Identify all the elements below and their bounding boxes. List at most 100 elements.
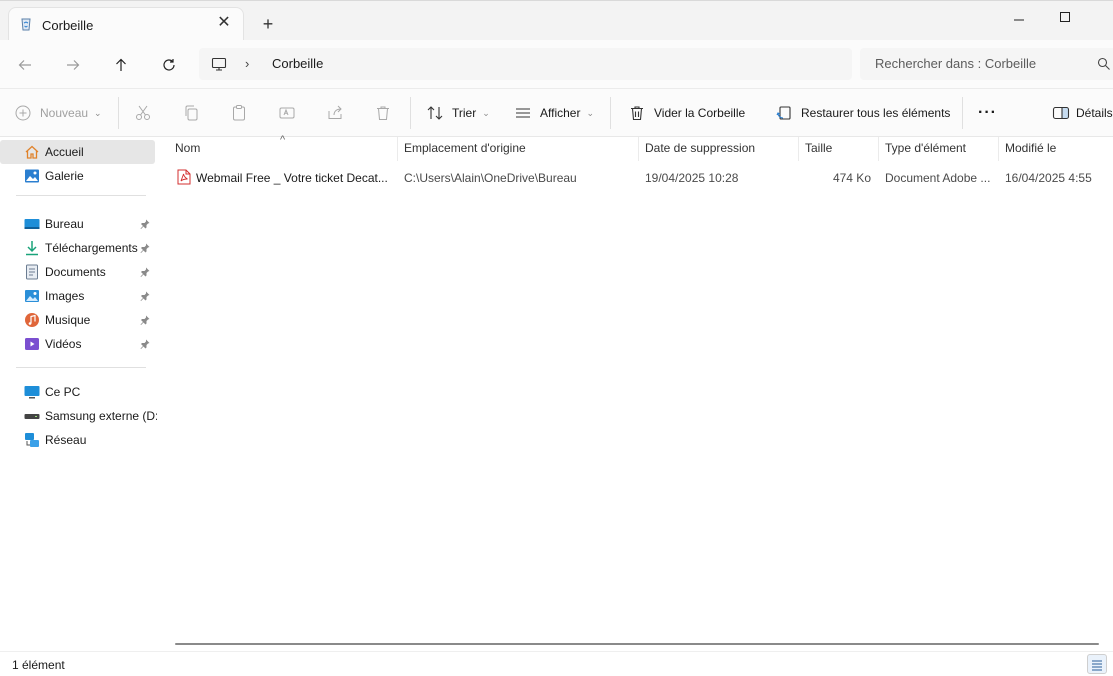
pc-icon [24,384,40,400]
copy-button[interactable] [182,101,200,125]
address-bar[interactable]: › Corbeille [199,48,852,80]
sidebar-item-bureau[interactable]: Bureau [0,212,155,236]
column-resizer[interactable] [397,137,398,161]
maximize-button[interactable] [1042,5,1088,29]
sidebar-item-reseau[interactable]: Réseau [0,428,155,452]
column-header-nom[interactable]: Nom [175,141,200,165]
column-resizer[interactable] [998,137,999,161]
back-button[interactable] [12,52,38,78]
sidebar-item-samsung-externe[interactable]: Samsung externe (D: [0,404,159,428]
tab-title: Corbeille [42,18,94,33]
sidebar-item-label: Documents [45,265,106,279]
chevron-down-icon: ⌄ [482,107,490,118]
item-type: Document Adobe ... [885,171,991,185]
sidebar-item-label: Samsung externe (D: [45,409,159,423]
deletion-date: 19/04/2025 10:28 [645,171,739,185]
pin-icon[interactable] [140,314,150,328]
pin-icon[interactable] [140,290,150,304]
breadcrumb-separator[interactable]: › [245,56,249,71]
sidebar-item-ce-pc[interactable]: Ce PC [0,380,155,404]
delete-button[interactable] [374,101,392,125]
address-row: › Corbeille Rechercher dans : Corbeille [0,40,1113,89]
breadcrumb-corbeille[interactable]: Corbeille [272,56,323,71]
column-header-modifie[interactable]: Modifié le [1005,141,1056,165]
more-icon: ··· [978,104,997,121]
trash-icon [631,106,643,121]
pdf-icon [177,169,191,188]
desktop-icon [24,216,40,232]
navigation-pane: Accueil Galerie Bureau Téléchargements D… [0,137,159,651]
file-name[interactable]: Webmail Free _ Votre ticket Decat... [196,171,396,185]
column-resizer[interactable] [638,137,639,161]
column-resizer[interactable] [878,137,879,161]
refresh-button[interactable] [156,52,182,78]
rename-button[interactable] [278,101,296,125]
divider [118,97,119,129]
horizontal-scrollbar[interactable] [175,643,1099,645]
new-button-label: Nouveau [40,106,89,120]
divider [410,97,411,129]
view-button-label: Afficher [540,106,581,120]
pin-icon[interactable] [140,242,150,256]
pc-icon [211,56,227,75]
tab-corbeille[interactable]: Corbeille ✕ [8,7,244,41]
plus-circle-icon [15,105,31,121]
close-tab-icon[interactable]: ✕ [215,14,233,32]
column-header-date-suppression[interactable]: Date de suppression [645,141,755,165]
minimize-button[interactable] [996,5,1042,29]
column-header-type[interactable]: Type d'élément [885,141,966,165]
scissors-icon [136,105,150,120]
column-header-taille[interactable]: Taille [805,141,832,165]
file-size: 474 Ko [832,171,871,185]
sort-button-label: Trier [452,106,477,120]
more-options-button[interactable]: ··· [978,101,997,125]
chevron-down-icon: ⌄ [94,107,102,118]
search-icon[interactable] [1097,57,1111,74]
empty-recycle-bin-button[interactable]: Vider la Corbeille [628,101,745,125]
sidebar-item-accueil[interactable]: Accueil [0,140,155,164]
sidebar-item-images[interactable]: Images [0,284,155,308]
forward-button[interactable] [60,52,86,78]
details-view-icon [1092,660,1102,671]
restore-all-button[interactable]: Restaurer tous les éléments [775,101,950,125]
new-tab-button[interactable]: + [258,14,278,34]
details-pane-icon [1052,106,1070,120]
pin-icon[interactable] [140,218,150,232]
search-input[interactable]: Rechercher dans : Corbeille [875,56,1036,71]
column-header-emplacement[interactable]: Emplacement d'origine [404,141,526,165]
pin-icon[interactable] [140,338,150,352]
cut-button[interactable] [134,101,152,125]
item-count: 1 élément [12,658,65,672]
sidebar-item-musique[interactable]: Musique [0,308,155,332]
divider [16,367,146,368]
copy-icon [185,105,198,121]
sort-ascending-icon: ^ [280,134,286,146]
sort-button[interactable]: Trier ⌄ [426,101,490,125]
details-button-label: Détails [1076,106,1113,120]
sidebar-item-documents[interactable]: Documents [0,260,155,284]
up-button[interactable] [108,52,134,78]
paste-button[interactable] [230,101,248,125]
pin-icon[interactable] [140,266,150,280]
sidebar-item-label: Téléchargements [45,241,138,255]
documents-icon [24,264,40,280]
sidebar-item-label: Galerie [45,169,84,183]
sidebar-item-galerie[interactable]: Galerie [0,164,155,188]
search-box[interactable]: Rechercher dans : Corbeille [860,48,1113,80]
column-resizer[interactable] [798,137,799,161]
details-button[interactable]: Détails [1052,101,1113,125]
sidebar-item-videos[interactable]: Vidéos [0,332,155,356]
sidebar-item-label: Musique [45,313,91,327]
videos-icon [24,336,40,352]
sidebar-item-label: Accueil [45,145,84,159]
new-button[interactable]: Nouveau ⌄ [14,101,102,125]
sidebar-item-telechargements[interactable]: Téléchargements [0,236,155,260]
view-button[interactable]: Afficher ⌄ [514,101,594,125]
images-icon [24,288,40,304]
divider [962,97,963,129]
divider [16,195,146,196]
share-button[interactable] [326,101,344,125]
details-view-button[interactable] [1087,654,1107,674]
table-row[interactable]: Webmail Free _ Votre ticket Decat... C:\… [169,165,1113,189]
divider [610,97,611,129]
